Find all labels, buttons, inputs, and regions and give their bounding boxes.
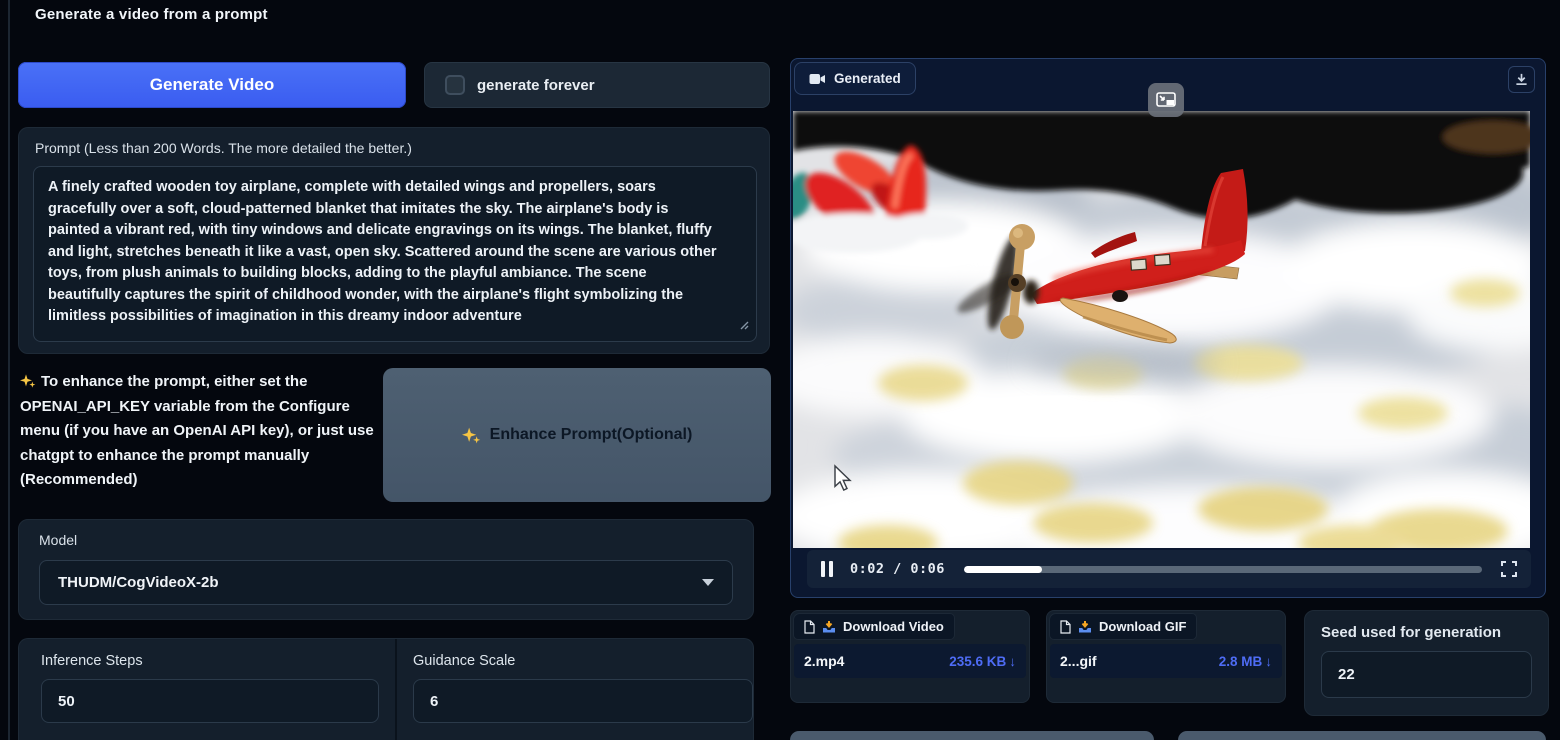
left-edge-divider — [8, 0, 10, 740]
generate-video-button[interactable]: Generate Video — [18, 62, 406, 108]
inbox-tray-icon — [1078, 620, 1092, 634]
inference-steps-input[interactable]: 50 — [41, 679, 379, 723]
prompt-panel: Prompt (Less than 200 Words. The more de… — [18, 127, 770, 354]
download-gif-file-row[interactable]: 2...gif 2.8 MB ↓ — [1050, 644, 1282, 678]
video-progress-bar[interactable] — [964, 566, 1482, 573]
generated-video-panel: Generated 0:02 / 0:06 — [790, 58, 1546, 598]
enhance-info-text: To enhance the prompt, either set the OP… — [20, 370, 382, 493]
video-download-button[interactable] — [1508, 66, 1535, 93]
params-panel: Inference Steps 50 Guidance Scale 6 — [18, 638, 754, 740]
download-icon — [1515, 73, 1528, 86]
app-root: Generate a video from a prompt Generate … — [0, 0, 1560, 740]
generate-forever-checkbox[interactable] — [445, 75, 465, 95]
inbox-tray-icon — [822, 620, 836, 634]
video-progress-fill — [964, 566, 1042, 573]
guidance-scale-input[interactable]: 6 — [413, 679, 753, 723]
enhance-prompt-button-label: Enhance Prompt(Optional) — [490, 426, 693, 444]
chevron-down-icon — [702, 579, 714, 586]
download-video-label: Download Video — [843, 619, 944, 634]
generated-tab: Generated — [794, 62, 916, 95]
model-panel: Model THUDM/CogVideoX-2b — [18, 519, 754, 620]
file-icon — [804, 620, 815, 634]
model-label: Model — [39, 532, 77, 548]
sparkles-icon — [20, 373, 36, 389]
generate-forever-label: generate forever — [477, 77, 595, 94]
download-gif-header: Download GIF — [1049, 613, 1197, 640]
video-player[interactable] — [793, 111, 1530, 548]
bottom-right-button-partial[interactable] — [1178, 731, 1546, 740]
download-gif-panel: Download GIF 2...gif 2.8 MB ↓ — [1046, 610, 1286, 703]
download-video-file-row[interactable]: 2.mp4 235.6 KB ↓ — [794, 644, 1026, 678]
bottom-left-button-partial[interactable] — [790, 731, 1154, 740]
download-video-header: Download Video — [793, 613, 955, 640]
download-arrow-icon: ↓ — [1009, 654, 1016, 669]
gif-filename: 2...gif — [1060, 653, 1097, 669]
gif-filesize: 2.8 MB — [1219, 654, 1263, 669]
inference-steps-label: Inference Steps — [41, 653, 143, 669]
fullscreen-icon[interactable] — [1501, 561, 1517, 577]
download-gif-label: Download GIF — [1099, 619, 1186, 634]
sparkles-icon — [462, 426, 481, 445]
page-title: Generate a video from a prompt — [35, 6, 268, 23]
video-frame-image — [793, 111, 1530, 548]
generate-forever-group: generate forever — [424, 62, 770, 108]
video-controls-bar: 0:02 / 0:06 — [807, 550, 1531, 588]
file-icon — [1060, 620, 1071, 634]
seed-panel: Seed used for generation 22 — [1304, 610, 1549, 716]
enhance-info-label: To enhance the prompt, either set the OP… — [20, 373, 374, 488]
video-filename: 2.mp4 — [804, 653, 844, 669]
guidance-scale-label: Guidance Scale — [413, 653, 515, 669]
video-filesize: 235.6 KB — [949, 654, 1006, 669]
seed-input[interactable]: 22 — [1321, 651, 1532, 698]
model-dropdown-value: THUDM/CogVideoX-2b — [58, 574, 219, 591]
generate-video-button-label: Generate Video — [150, 75, 274, 95]
params-divider — [395, 639, 397, 740]
textarea-resize-handle-icon[interactable] — [738, 317, 749, 335]
prompt-label: Prompt (Less than 200 Words. The more de… — [35, 140, 412, 156]
generated-tab-label: Generated — [834, 71, 901, 86]
picture-in-picture-button[interactable] — [1148, 83, 1184, 117]
prompt-textarea[interactable]: A finely crafted wooden toy airplane, co… — [33, 166, 757, 342]
video-camera-icon — [809, 73, 826, 85]
download-arrow-icon: ↓ — [1265, 654, 1272, 669]
model-dropdown[interactable]: THUDM/CogVideoX-2b — [39, 560, 733, 605]
download-video-panel: Download Video 2.mp4 235.6 KB ↓ — [790, 610, 1030, 703]
seed-label: Seed used for generation — [1321, 624, 1501, 641]
picture-in-picture-icon — [1156, 92, 1176, 108]
enhance-prompt-button[interactable]: Enhance Prompt(Optional) — [383, 368, 771, 502]
pause-button[interactable] — [821, 561, 833, 577]
video-time-display: 0:02 / 0:06 — [850, 561, 945, 577]
